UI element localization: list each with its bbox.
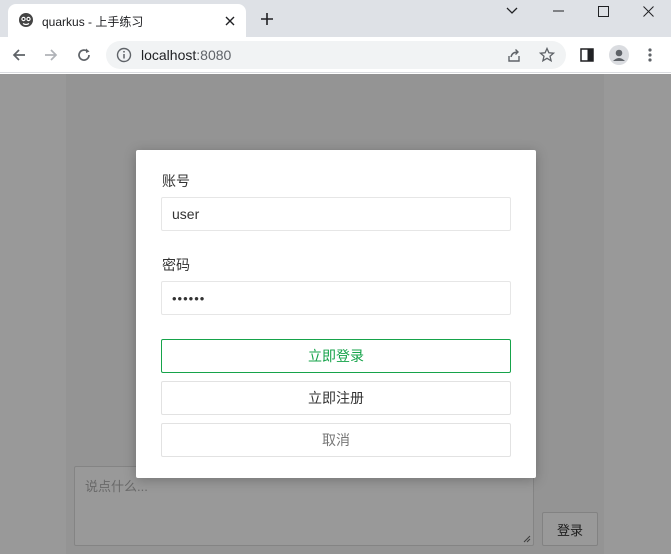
minimize-icon[interactable] xyxy=(535,0,581,22)
reload-icon[interactable] xyxy=(72,43,96,67)
url-host: localhost xyxy=(141,47,197,63)
account-input[interactable]: user xyxy=(161,197,511,231)
maximize-icon[interactable] xyxy=(580,0,626,22)
forward-arrow-icon[interactable] xyxy=(39,43,63,67)
url-text[interactable]: localhost:8080 xyxy=(141,47,231,63)
page-content: 说点什么... 登录 账号 user 密码 •••••• 立即登录 立即注册 取… xyxy=(0,74,671,554)
new-tab-icon[interactable] xyxy=(256,8,278,30)
password-label: 密码 xyxy=(162,257,190,273)
login-now-button[interactable]: 立即登录 xyxy=(161,339,511,373)
login-modal: 账号 user 密码 •••••• 立即登录 立即注册 取消 xyxy=(136,150,536,478)
browser-titlebar: quarkus - 上手练习 xyxy=(0,0,671,37)
site-info-icon[interactable] xyxy=(116,47,132,63)
browser-tab[interactable]: quarkus - 上手练习 xyxy=(8,4,246,37)
account-label: 账号 xyxy=(162,173,190,189)
password-input[interactable]: •••••• xyxy=(161,281,511,315)
close-window-icon[interactable] xyxy=(625,0,671,22)
cancel-button[interactable]: 取消 xyxy=(161,423,511,457)
url-port: :8080 xyxy=(196,47,232,63)
address-bar[interactable]: localhost:8080 xyxy=(106,41,566,69)
share-icon[interactable] xyxy=(505,46,523,64)
profile-avatar-icon[interactable] xyxy=(607,43,631,67)
close-tab-icon[interactable] xyxy=(222,13,238,29)
browser-toolbar: localhost:8080 xyxy=(0,37,671,73)
register-now-button[interactable]: 立即注册 xyxy=(161,381,511,415)
side-panel-icon[interactable] xyxy=(575,43,599,67)
tab-title: quarkus - 上手练习 xyxy=(42,15,144,29)
back-arrow-icon[interactable] xyxy=(7,43,31,67)
tab-search-chevron-icon[interactable] xyxy=(489,0,535,22)
quarkus-logo-icon xyxy=(19,13,33,27)
bookmark-star-icon[interactable] xyxy=(538,46,556,64)
more-menu-icon[interactable] xyxy=(638,43,662,67)
